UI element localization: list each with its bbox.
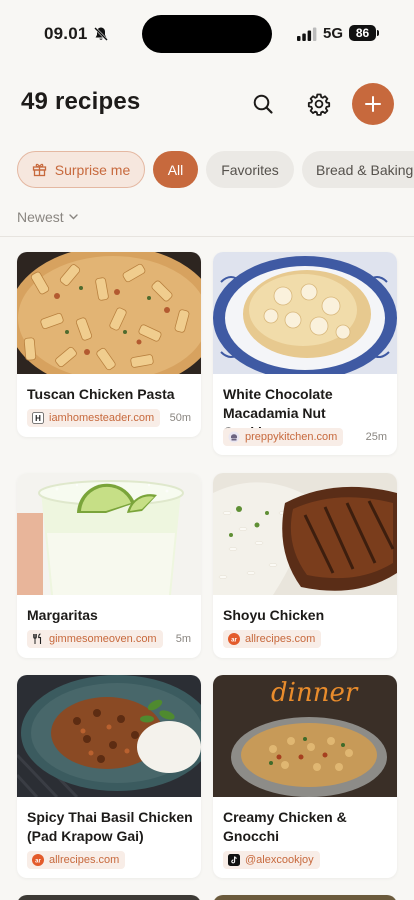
utensils-icon bbox=[33, 633, 42, 644]
recipe-card[interactable]: White Chocolate Macadamia Nut Cookie… pr… bbox=[213, 252, 397, 455]
search-button[interactable] bbox=[243, 84, 283, 124]
chef-logo-icon bbox=[228, 431, 240, 443]
svg-text:ar: ar bbox=[231, 637, 237, 643]
recipe-title: Spicy Thai Basil Chicken (Pad Krapow Gai… bbox=[27, 809, 193, 844]
recipe-source-label: @alexcookjoy bbox=[245, 854, 314, 866]
recipe-source[interactable]: ar allrecipes.com bbox=[27, 851, 126, 869]
recipe-source[interactable]: H iamhomesteader.com bbox=[27, 409, 161, 427]
bell-muted-icon bbox=[94, 27, 108, 41]
recipe-card[interactable] bbox=[17, 895, 201, 900]
recipe-source-label: gimmesomeoven.com bbox=[49, 633, 157, 645]
sort-dropdown[interactable]: Newest bbox=[17, 209, 78, 225]
recipe-card[interactable]: dinner Creamy Chicken & Gnocchi @alexcoo… bbox=[213, 675, 397, 878]
network-label: 5G bbox=[323, 25, 344, 42]
plus-icon bbox=[365, 96, 381, 112]
recipe-title: Shoyu Chicken bbox=[223, 607, 325, 623]
battery-indicator: 86 bbox=[349, 25, 379, 41]
status-time: 09.01 bbox=[44, 24, 88, 43]
tiktok-icon bbox=[228, 854, 240, 866]
page-title: 49 recipes bbox=[21, 88, 141, 115]
recipe-card[interactable]: Shoyu Chicken ar allrecipes.com bbox=[213, 473, 397, 658]
recipe-source[interactable]: ar allrecipes.com bbox=[223, 630, 322, 648]
recipe-source-label: preppykitchen.com bbox=[245, 431, 338, 443]
surprise-me-label: Surprise me bbox=[54, 161, 131, 178]
recipe-title: Creamy Chicken & Gnocchi bbox=[223, 809, 347, 844]
recipe-card[interactable]: Tuscan Chicken Pasta H iamhomesteader.co… bbox=[17, 252, 201, 437]
filter-favorites-chip[interactable]: Favorites bbox=[206, 151, 294, 188]
recipe-title: Margaritas bbox=[27, 607, 98, 623]
recipe-source-label: allrecipes.com bbox=[245, 633, 316, 645]
recipe-source-label: iamhomesteader.com bbox=[49, 412, 155, 424]
recipe-time: 5m bbox=[175, 633, 191, 645]
recipe-card[interactable]: Margaritas gimmesomeoven.com 5m bbox=[17, 473, 201, 658]
signal-icon bbox=[297, 27, 317, 41]
filter-bread-baking-chip[interactable]: Bread & Baking bbox=[302, 151, 414, 188]
filter-chips: Surprise me All Favorites Bread & Baking bbox=[17, 151, 414, 188]
recipe-time: 25m bbox=[365, 431, 387, 443]
image-overlay-text: dinner bbox=[271, 678, 359, 708]
allrecipes-logo-icon: ar bbox=[32, 854, 44, 866]
sort-label: Newest bbox=[17, 209, 64, 225]
filter-bread-baking-label: Bread & Baking bbox=[316, 161, 414, 178]
h-logo-icon: H bbox=[32, 412, 44, 424]
divider bbox=[0, 236, 414, 237]
recipe-card[interactable] bbox=[213, 895, 397, 900]
filter-all-chip[interactable]: All bbox=[153, 151, 198, 188]
gear-icon bbox=[307, 93, 331, 116]
status-bar: 09.01 5G 86 bbox=[0, 0, 414, 66]
chevron-down-icon bbox=[68, 214, 78, 220]
recipe-card[interactable]: Spicy Thai Basil Chicken (Pad Krapow Gai… bbox=[17, 675, 201, 878]
recipe-image bbox=[213, 473, 397, 595]
recipe-source[interactable]: preppykitchen.com bbox=[223, 428, 344, 446]
recipe-image bbox=[213, 252, 397, 374]
search-icon bbox=[253, 94, 273, 114]
recipe-title: Tuscan Chicken Pasta bbox=[27, 386, 175, 402]
filter-all-label: All bbox=[167, 161, 184, 178]
recipe-source-label: allrecipes.com bbox=[49, 854, 120, 866]
recipe-time: 50m bbox=[169, 412, 191, 424]
add-recipe-button[interactable] bbox=[352, 83, 394, 125]
recipe-source[interactable]: @alexcookjoy bbox=[223, 851, 320, 869]
gift-icon bbox=[32, 163, 46, 177]
recipe-source[interactable]: gimmesomeoven.com bbox=[27, 630, 163, 648]
allrecipes-logo-icon: ar bbox=[228, 633, 240, 645]
surprise-me-chip[interactable]: Surprise me bbox=[17, 151, 145, 188]
recipe-image bbox=[17, 675, 201, 797]
filter-favorites-label: Favorites bbox=[221, 161, 279, 178]
dynamic-island bbox=[142, 15, 272, 53]
settings-button[interactable] bbox=[299, 84, 339, 124]
recipe-image bbox=[17, 473, 201, 595]
svg-text:ar: ar bbox=[35, 858, 41, 864]
svg-text:H: H bbox=[35, 414, 41, 423]
recipe-image bbox=[17, 252, 201, 374]
recipe-image: dinner bbox=[213, 675, 397, 797]
